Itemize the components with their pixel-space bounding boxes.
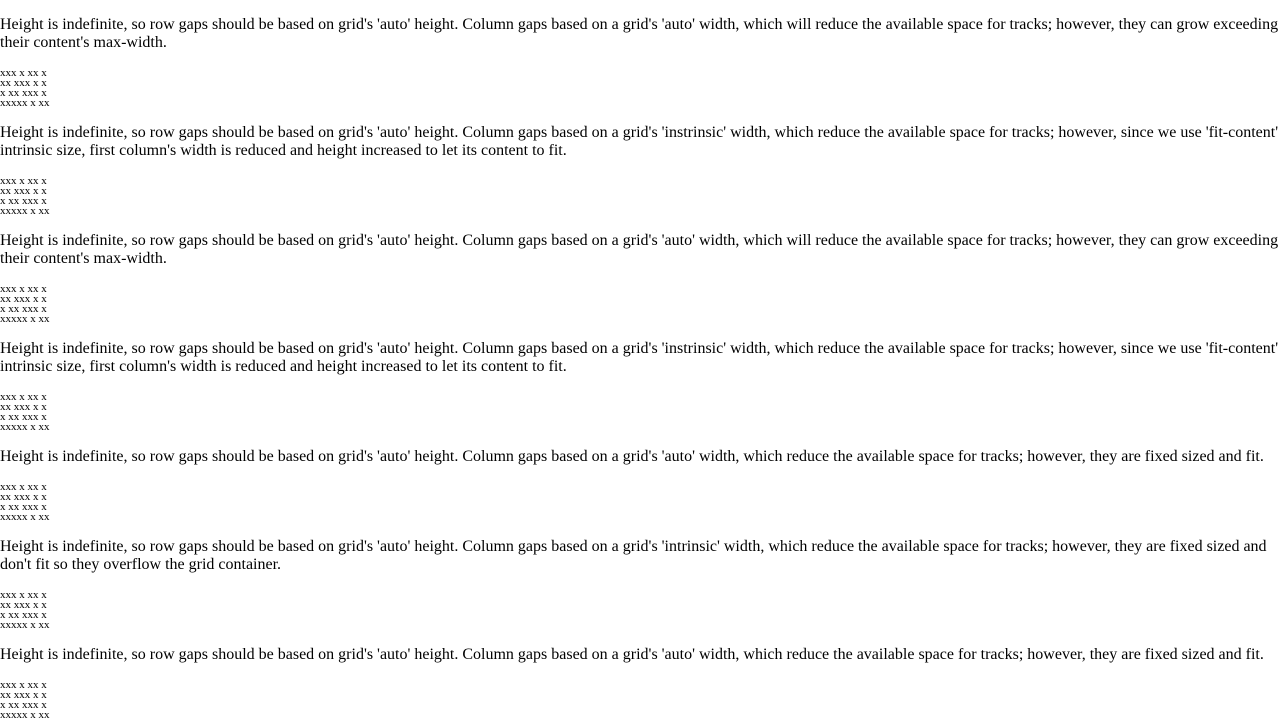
grid-row: xx xxx x x xyxy=(0,401,47,413)
test-section-1: Height is indefinite, so row gaps should… xyxy=(0,16,1280,109)
test-section-4: Height is indefinite, so row gaps should… xyxy=(0,340,1280,433)
grid-row: xx xxx x x xyxy=(0,689,47,701)
section-description: Height is indefinite, so row gaps should… xyxy=(0,448,1264,465)
grid-container: xxx x xx x xx xxx x x x xx xxx x xxxxx x… xyxy=(0,391,1280,433)
grid-row: xxxxx x xx xyxy=(0,97,50,109)
grid-container: xxx x xx x xx xxx x x x xx xxx x xxxxx x… xyxy=(0,481,1280,523)
grid-row: x xx xxx x xyxy=(0,303,47,315)
page-content: Height is indefinite, so row gaps should… xyxy=(0,0,1280,720)
test-section-6: Height is indefinite, so row gaps should… xyxy=(0,538,1280,631)
grid-row: xxxxx x xx xyxy=(0,619,50,631)
grid-row: xxxxx x xx xyxy=(0,709,50,720)
grid-row: x xx xxx x xyxy=(0,609,47,621)
grid-row: xx xxx x x xyxy=(0,77,47,89)
grid-row: xxx x xx x xyxy=(0,175,47,187)
section-description: Height is indefinite, so row gaps should… xyxy=(0,232,1279,267)
grid-row: xxx x xx x xyxy=(0,67,47,79)
grid-container: xxx x xx x xx xxx x x x xx xxx x xxxxx x… xyxy=(0,67,1280,109)
section-description: Height is indefinite, so row gaps should… xyxy=(0,340,1279,375)
section-description: Height is indefinite, so row gaps should… xyxy=(0,124,1279,159)
grid-container: xxx x xx x xx xxx x x x xx xxx x xxxxx x… xyxy=(0,589,1280,631)
grid-row: xx xxx x x xyxy=(0,491,47,503)
section-description: Height is indefinite, so row gaps should… xyxy=(0,538,1267,573)
grid-row: xxx x xx x xyxy=(0,679,47,691)
grid-row: xxx x xx x xyxy=(0,283,47,295)
grid-row: x xx xxx x xyxy=(0,411,47,423)
grid-row: xxx x xx x xyxy=(0,589,47,601)
grid-row: xxx x xx x xyxy=(0,481,47,493)
grid-row: xx xxx x x xyxy=(0,599,47,611)
grid-row: x xx xxx x xyxy=(0,699,47,711)
grid-row: xx xxx x x xyxy=(0,293,47,305)
grid-row: xxxxx x xx xyxy=(0,511,50,523)
grid-container: xxx x xx x xx xxx x x x xx xxx x xxxxx x… xyxy=(0,175,1280,217)
grid-container: xxx x xx x xx xxx x x x xx xxx x xxxxx x… xyxy=(0,283,1280,325)
grid-row: x xx xxx x xyxy=(0,501,47,513)
test-section-7: Height is indefinite, so row gaps should… xyxy=(0,646,1280,720)
grid-row: xxx x xx x xyxy=(0,391,47,403)
grid-row: xxxxx x xx xyxy=(0,205,50,217)
grid-row: xxxxx x xx xyxy=(0,313,50,325)
grid-container: xxx x xx x xx xxx x x x xx xxx x xxxxx x… xyxy=(0,680,1280,720)
grid-row: xx xxx x x xyxy=(0,185,47,197)
test-section-3: Height is indefinite, so row gaps should… xyxy=(0,232,1280,325)
section-description: Height is indefinite, so row gaps should… xyxy=(0,646,1264,663)
grid-row: x xx xxx x xyxy=(0,195,47,207)
grid-row: x xx xxx x xyxy=(0,87,47,99)
grid-row: xxxxx x xx xyxy=(0,421,50,433)
test-section-2: Height is indefinite, so row gaps should… xyxy=(0,124,1280,217)
test-section-5: Height is indefinite, so row gaps should… xyxy=(0,448,1280,523)
section-description: Height is indefinite, so row gaps should… xyxy=(0,16,1279,51)
